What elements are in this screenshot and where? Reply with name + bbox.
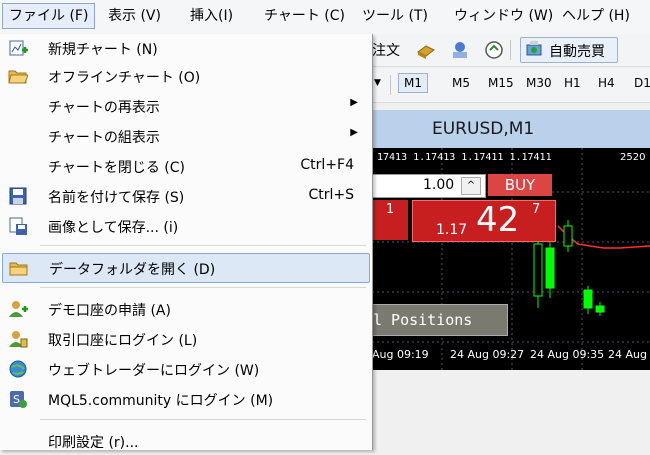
- sell-price-pips: 1: [386, 202, 395, 217]
- menu-item-label: データフォルダを開く (D): [49, 262, 216, 278]
- menu-item-save-image[interactable]: 画像として保存... (i): [2, 212, 368, 240]
- candle-body: [583, 289, 593, 309]
- menu-view[interactable]: 表示 (V): [102, 4, 167, 28]
- menu-item-shortcut: Ctrl+F4: [300, 157, 354, 173]
- menu-tools[interactable]: ツール (T): [356, 4, 434, 28]
- menu-file[interactable]: ファイル (F): [2, 3, 96, 29]
- positions-label: l Positions: [373, 311, 473, 329]
- lot-increase-button[interactable]: ^: [461, 177, 481, 195]
- webtrader-icon: [8, 359, 28, 379]
- dropdown-arrow-icon[interactable]: ▼: [374, 78, 381, 88]
- timeframe-m15[interactable]: M15: [488, 76, 514, 90]
- folder-open-icon: [8, 66, 29, 86]
- submenu-arrow-icon: ▶: [350, 97, 358, 108]
- time-axis-label: 24 Aug 09:27: [450, 348, 525, 361]
- menu-item-label: オフラインチャート (O): [48, 70, 201, 86]
- menu-item-close-chart[interactable]: チャートを閉じる (C) Ctrl+F4: [2, 152, 368, 180]
- buy-price-prefix: 1.17: [436, 222, 468, 238]
- buy-button[interactable]: BUY: [488, 174, 552, 196]
- menu-item-chart-refresh[interactable]: チャートの再表示 ▶: [2, 92, 368, 120]
- timeframe-h4[interactable]: H4: [598, 76, 615, 90]
- gold-bars-icon[interactable]: [416, 40, 436, 60]
- save-icon: [8, 186, 28, 206]
- file-menu-dropdown: 新規チャート (N) オフラインチャート (O) チャートの再表示 ▶ チャート…: [0, 34, 373, 451]
- lot-size-value: 1.00: [423, 177, 455, 193]
- menu-item-label: チャートの組表示: [48, 130, 160, 146]
- menu-item-trade-login[interactable]: 取引口座にログイン (L): [2, 325, 368, 353]
- autotrade-button[interactable]: 自動売買: [520, 37, 618, 63]
- menu-item-label: 印刷設定 (r)...: [48, 435, 139, 451]
- menu-item-label: 取引口座にログイン (L): [48, 333, 198, 349]
- demo-account-icon: [8, 299, 28, 319]
- timeframe-m5[interactable]: M5: [452, 76, 470, 90]
- menu-item-label: 名前を付けて保存 (S): [48, 190, 185, 206]
- chart-title: EURUSD,M1: [432, 119, 535, 139]
- menu-item-webtrader-login[interactable]: ウェブトレーダーにログイン (W): [2, 355, 368, 383]
- price-label-right: 2520: [620, 152, 646, 163]
- buy-price-pips: 7: [532, 202, 541, 217]
- menu-item-mql5-login[interactable]: S MQL5.community にログイン (M): [2, 385, 368, 413]
- menu-item-new-chart[interactable]: 新規チャート (N): [2, 34, 368, 62]
- menu-separator: [40, 287, 366, 288]
- menu-insert[interactable]: 挿入(I): [184, 4, 239, 28]
- market-icon[interactable]: [484, 40, 504, 60]
- candle-body: [533, 243, 543, 297]
- new-chart-icon: [8, 38, 28, 58]
- chart-window-titlebar[interactable]: EURUSD,M1: [372, 110, 650, 149]
- autotrade-label: 自動売買: [549, 44, 605, 60]
- timeframe-h1[interactable]: H1: [564, 76, 581, 90]
- time-axis-label: Aug 09:19: [372, 348, 429, 361]
- timeframe-toolbar: ▼ M1 M5 M15 M30 H1 H4 D1: [372, 68, 650, 103]
- chart-canvas[interactable]: 17413 1.17413 1.17411 1.17411 2520 1.00 …: [372, 148, 650, 370]
- folder-icon: [9, 258, 29, 278]
- menu-item-chart-tile[interactable]: チャートの組表示 ▶: [2, 122, 368, 150]
- timeframe-m30[interactable]: M30: [526, 76, 552, 90]
- submenu-arrow-icon: ▶: [350, 127, 358, 138]
- menu-window[interactable]: ウィンドウ (W): [448, 4, 559, 28]
- candle-body: [563, 225, 573, 247]
- menu-separator: [40, 419, 366, 420]
- trade-login-icon: [8, 329, 28, 349]
- menu-item-open-data-folder[interactable]: データフォルダを開く (D): [2, 253, 370, 283]
- menu-item-label: ウェブトレーダーにログイン (W): [48, 363, 260, 379]
- candle-body: [545, 247, 555, 289]
- menu-item-shortcut: Ctrl+S: [308, 187, 354, 203]
- signals-icon[interactable]: [450, 40, 470, 60]
- toolbar-main: 注文 自動売買: [372, 34, 650, 67]
- time-axis-label: 24 Aug 09:: [608, 348, 650, 361]
- timeframe-m1[interactable]: M1: [398, 73, 428, 93]
- menu-item-label: 画像として保存... (i): [48, 220, 179, 236]
- toolbar-separator: [390, 75, 391, 95]
- timeframe-d1[interactable]: D1: [634, 76, 650, 90]
- price-ticker: 17413 1.17413 1.17411 1.17411: [377, 152, 552, 163]
- new-order-button[interactable]: 注文: [372, 40, 400, 60]
- menu-item-label: 新規チャート (N): [48, 42, 158, 58]
- menu-item-label: デモ口座の申請 (A): [48, 303, 171, 319]
- menu-item-save-as[interactable]: 名前を付けて保存 (S) Ctrl+S: [2, 182, 368, 210]
- menu-item-label: チャートを閉じる (C): [48, 160, 186, 176]
- time-axis-label: 24 Aug 09:35: [530, 348, 605, 361]
- candle-body: [595, 305, 605, 313]
- menu-item-label: MQL5.community にログイン (M): [48, 393, 274, 409]
- menu-item-label: チャートの再表示: [48, 100, 160, 116]
- positions-panel[interactable]: l Positions: [372, 304, 508, 336]
- menu-chart[interactable]: チャート (C): [258, 4, 351, 28]
- menu-item-print-setup[interactable]: 印刷設定 (r)...: [2, 427, 368, 455]
- menu-item-offline-chart[interactable]: オフラインチャート (O): [2, 62, 368, 90]
- mql5-icon: S: [8, 389, 28, 409]
- save-image-icon: [8, 216, 28, 236]
- menu-separator: [40, 245, 366, 246]
- menubar: ファイル (F) 表示 (V) 挿入(I) チャート (C) ツール (T) ウ…: [0, 0, 650, 35]
- menu-help[interactable]: ヘルプ (H): [556, 4, 636, 28]
- toolbar-separator: [510, 40, 511, 60]
- lot-size-input[interactable]: 1.00 ^: [372, 174, 486, 198]
- svg-text:S: S: [13, 393, 20, 406]
- buy-price-main: 42: [476, 200, 520, 240]
- menu-item-demo-account[interactable]: デモ口座の申請 (A): [2, 295, 368, 323]
- autotrade-icon: [525, 40, 543, 58]
